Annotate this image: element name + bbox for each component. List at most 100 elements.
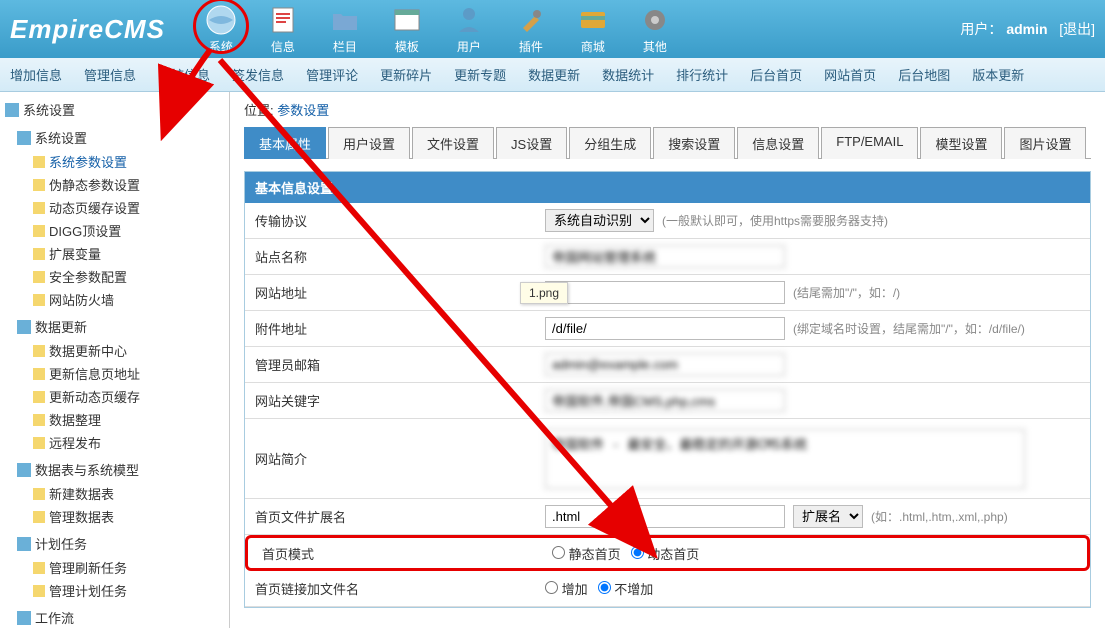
radio-dynamic[interactable]: 动态首页 [631, 544, 700, 563]
tree-item[interactable]: 更新动态页缓存 [33, 385, 224, 408]
top-nav-system[interactable]: 系统 [205, 4, 237, 55]
hint-indexext: (如：.html,.htm,.xml,.php) [871, 508, 1008, 525]
sub-nav-item[interactable]: 更新碎片 [380, 65, 432, 84]
tree-icon [17, 131, 31, 145]
top-nav-label: 栏目 [333, 38, 357, 55]
tree-icon [17, 611, 31, 625]
tree-group-cron[interactable]: 计划任务 [17, 531, 224, 556]
user-icon [453, 4, 485, 36]
label-indexext: 首页文件扩展名 [245, 507, 545, 526]
gear-icon [639, 4, 671, 36]
file-tooltip: 1.png [520, 282, 568, 304]
top-nav-other[interactable]: 其他 [639, 4, 671, 55]
tree-item[interactable]: 网站防火墙 [33, 288, 224, 311]
tree-item[interactable]: 管理刷新任务 [33, 556, 224, 579]
tree-item[interactable]: 远程发布 [33, 431, 224, 454]
globe-icon [205, 4, 237, 36]
top-nav-label: 用户 [457, 38, 481, 55]
logo: EmpireCMS [10, 14, 165, 45]
breadcrumb: 位置: 参数设置 [244, 100, 1091, 119]
top-nav-column[interactable]: 栏目 [329, 4, 361, 55]
user-info: 用户： admin [退出] [960, 19, 1095, 39]
tab-model[interactable]: 模型设置 [920, 127, 1002, 159]
tree-icon [17, 320, 31, 334]
input-indexext[interactable] [545, 505, 785, 528]
tab-ftp[interactable]: FTP/EMAIL [821, 127, 918, 159]
sub-nav-item[interactable]: 审核信息 [158, 65, 210, 84]
label-adminemail: 管理员邮箱 [245, 355, 545, 374]
tree-item[interactable]: 更新信息页地址 [33, 362, 224, 385]
breadcrumb-link[interactable]: 参数设置 [277, 103, 329, 118]
select-protocol[interactable]: 系统自动识别 [545, 209, 654, 232]
tab-js[interactable]: JS设置 [496, 127, 567, 159]
annotation-box: 首页模式 静态首页 动态首页 [245, 535, 1090, 571]
tree-icon [17, 537, 31, 551]
tree-group-workflow[interactable]: 工作流 [17, 605, 224, 628]
hint-siteurl: (结尾需加"/"，如：/) [793, 284, 900, 301]
select-indexext[interactable]: 扩展名 [793, 505, 863, 528]
tree-item[interactable]: 管理计划任务 [33, 579, 224, 602]
tab-pic[interactable]: 图片设置 [1004, 127, 1086, 159]
textarea-intro[interactable] [545, 429, 1025, 489]
top-nav-label: 系统 [209, 38, 233, 55]
tree-item-sysparam[interactable]: 系统参数设置 [33, 150, 224, 173]
input-adminemail[interactable] [545, 353, 785, 376]
sub-nav-item[interactable]: 排行统计 [676, 65, 728, 84]
top-nav-template[interactable]: 模板 [391, 4, 423, 55]
tree-group-update[interactable]: 数据更新 [17, 314, 224, 339]
sub-nav-item[interactable]: 后台地图 [898, 65, 950, 84]
sub-nav-item[interactable]: 增加信息 [10, 65, 62, 84]
input-keywords[interactable] [545, 389, 785, 412]
tree-item[interactable]: 管理数据表 [33, 505, 224, 528]
sub-nav-item[interactable]: 版本更新 [972, 65, 1024, 84]
tab-basic[interactable]: 基本属性 [244, 127, 326, 159]
tree-item[interactable]: 新建数据表 [33, 482, 224, 505]
tree-group-system[interactable]: 系统设置 [17, 125, 224, 150]
tree-root[interactable]: 系统设置 [5, 97, 224, 122]
top-nav-plugin[interactable]: 插件 [515, 4, 547, 55]
top-nav-shop[interactable]: 商城 [577, 4, 609, 55]
label-indexlink: 首页链接加文件名 [245, 579, 545, 598]
input-siteurl[interactable] [545, 281, 785, 304]
tab-search[interactable]: 搜索设置 [653, 127, 735, 159]
top-nav-label: 插件 [519, 38, 543, 55]
tree-item[interactable]: 动态页缓存设置 [33, 196, 224, 219]
top-nav-label: 商城 [581, 38, 605, 55]
top-nav-label: 模板 [395, 38, 419, 55]
input-sitename[interactable] [545, 245, 785, 268]
tab-group[interactable]: 分组生成 [569, 127, 651, 159]
user-prefix: 用户： [960, 21, 1002, 37]
tree-item[interactable]: 伪静态参数设置 [33, 173, 224, 196]
sidebar: 系统设置 系统设置 系统参数设置 伪静态参数设置 动态页缓存设置 DIGG顶设置… [0, 92, 230, 628]
top-nav-user[interactable]: 用户 [453, 4, 485, 55]
tree-item[interactable]: 安全参数配置 [33, 265, 224, 288]
top-nav-info[interactable]: 信息 [267, 4, 299, 55]
sub-nav-item[interactable]: 后台首页 [750, 65, 802, 84]
tools-icon [515, 4, 547, 36]
tab-user[interactable]: 用户设置 [328, 127, 410, 159]
sub-nav-item[interactable]: 网站首页 [824, 65, 876, 84]
hint-protocol: (一般默认即可，使用https需要服务器支持) [662, 212, 888, 229]
tree-item[interactable]: 数据整理 [33, 408, 224, 431]
top-nav-label: 信息 [271, 38, 295, 55]
label-sitename: 站点名称 [245, 247, 545, 266]
sub-nav-item[interactable]: 管理评论 [306, 65, 358, 84]
logout-link[interactable]: [退出] [1059, 21, 1095, 37]
radio-noadd[interactable]: 不增加 [598, 579, 654, 598]
radio-static[interactable]: 静态首页 [552, 544, 621, 563]
sub-nav-item[interactable]: 更新专题 [454, 65, 506, 84]
tree-group-model[interactable]: 数据表与系统模型 [17, 457, 224, 482]
tree-item[interactable]: 数据更新中心 [33, 339, 224, 362]
sub-nav-item[interactable]: 管理信息 [84, 65, 136, 84]
tab-file[interactable]: 文件设置 [412, 127, 494, 159]
sub-nav-item[interactable]: 签发信息 [232, 65, 284, 84]
sub-nav-item[interactable]: 数据统计 [602, 65, 654, 84]
sub-nav-item[interactable]: 数据更新 [528, 65, 580, 84]
tree-item[interactable]: DIGG顶设置 [33, 219, 224, 242]
label-intro: 网站简介 [245, 449, 545, 468]
input-fileurl[interactable] [545, 317, 785, 340]
tree-item[interactable]: 扩展变量 [33, 242, 224, 265]
tab-info[interactable]: 信息设置 [737, 127, 819, 159]
radio-add[interactable]: 增加 [545, 579, 588, 598]
label-indexmode: 首页模式 [252, 544, 552, 563]
